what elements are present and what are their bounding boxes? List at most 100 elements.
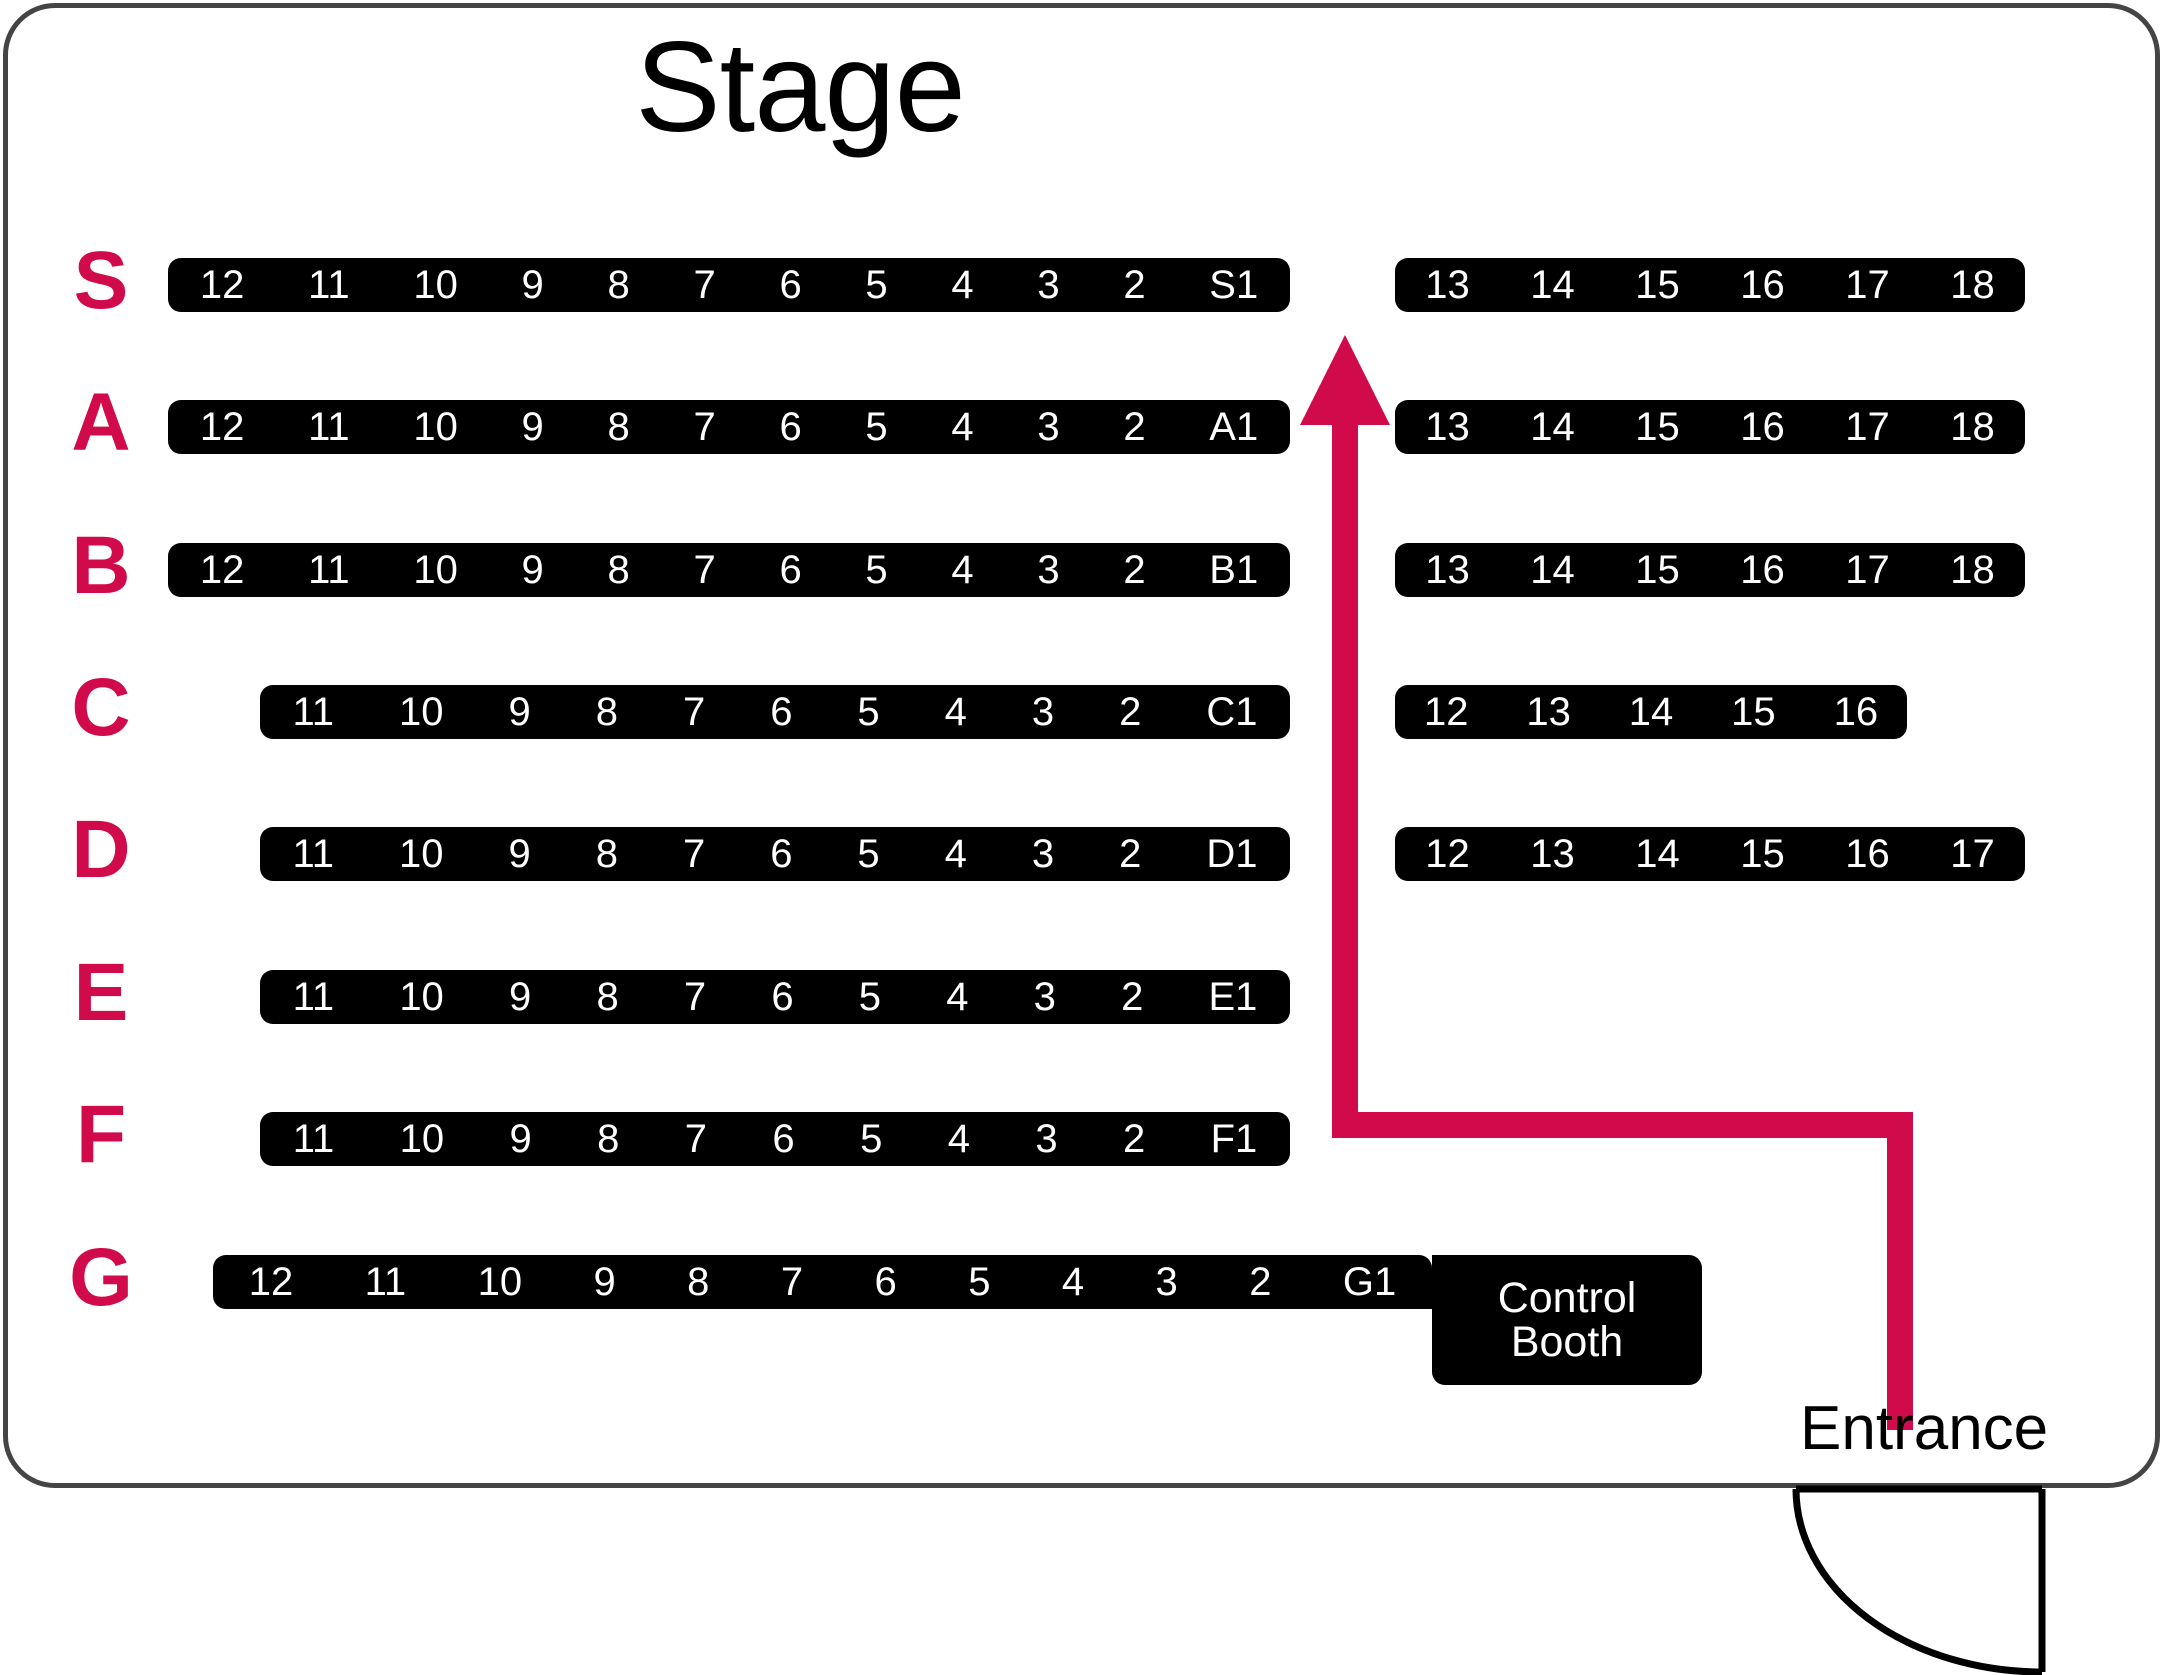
seat[interactable]: 15 <box>1605 265 1710 305</box>
seat[interactable]: 9 <box>476 834 563 874</box>
seat[interactable]: 9 <box>477 1119 565 1159</box>
seat[interactable]: A1 <box>1177 407 1290 447</box>
seat[interactable]: E1 <box>1176 977 1290 1017</box>
seat[interactable]: 18 <box>1920 407 2025 447</box>
seat[interactable]: 2 <box>1087 834 1174 874</box>
seat[interactable]: 10 <box>367 977 477 1017</box>
seat[interactable]: 5 <box>825 692 912 732</box>
seat[interactable]: 13 <box>1395 550 1500 590</box>
seat[interactable]: 14 <box>1500 265 1605 305</box>
seat[interactable]: 13 <box>1395 407 1500 447</box>
seat[interactable]: 2 <box>1091 265 1177 305</box>
seat[interactable]: 8 <box>576 550 662 590</box>
seat[interactable]: 7 <box>650 692 737 732</box>
seat[interactable]: F1 <box>1178 1119 1290 1159</box>
seat[interactable]: 6 <box>748 265 834 305</box>
seat[interactable]: 4 <box>920 407 1006 447</box>
seat-block-f-left[interactable]: 11 10 9 8 7 6 5 4 3 2 F1 <box>260 1112 1290 1166</box>
seat[interactable]: 14 <box>1500 550 1605 590</box>
seat[interactable]: 7 <box>662 265 748 305</box>
seat[interactable]: 13 <box>1497 692 1599 732</box>
seat[interactable]: 9 <box>558 1262 652 1302</box>
seat[interactable]: 17 <box>1815 407 1920 447</box>
seat[interactable]: 14 <box>1600 692 1702 732</box>
seat[interactable]: 17 <box>1920 834 2025 874</box>
seat[interactable]: 16 <box>1710 265 1815 305</box>
seat[interactable]: 2 <box>1090 1119 1178 1159</box>
seat[interactable]: 7 <box>652 1119 740 1159</box>
seat[interactable]: 11 <box>276 550 381 590</box>
seat[interactable]: 2 <box>1091 407 1177 447</box>
seat-block-c-left[interactable]: 11 10 9 8 7 6 5 4 3 2 C1 <box>260 685 1290 739</box>
seat[interactable]: D1 <box>1174 834 1290 874</box>
seat-block-c-right[interactable]: 12 13 14 15 16 <box>1395 685 1907 739</box>
seat[interactable]: 17 <box>1815 550 1920 590</box>
seat[interactable]: 9 <box>476 692 563 732</box>
seat[interactable]: 16 <box>1805 692 1907 732</box>
seat[interactable]: 4 <box>912 834 999 874</box>
seat[interactable]: 16 <box>1815 834 1920 874</box>
seat[interactable]: 6 <box>738 692 825 732</box>
seat[interactable]: 8 <box>564 1119 652 1159</box>
seat[interactable]: B1 <box>1177 550 1290 590</box>
seat[interactable]: 15 <box>1702 692 1804 732</box>
seat[interactable]: S1 <box>1177 265 1290 305</box>
seat[interactable]: 16 <box>1710 550 1815 590</box>
seat[interactable]: 7 <box>662 407 748 447</box>
seat[interactable]: 12 <box>168 265 276 305</box>
seat[interactable]: 2 <box>1091 550 1177 590</box>
seat-block-b-left[interactable]: 12 11 10 9 8 7 6 5 4 3 2 B1 <box>168 543 1290 597</box>
seat[interactable]: 5 <box>834 265 920 305</box>
seat[interactable]: 12 <box>1395 834 1500 874</box>
seat-block-a-right[interactable]: 13 14 15 16 17 18 <box>1395 400 2025 454</box>
seat[interactable]: 11 <box>260 977 367 1017</box>
seat[interactable]: 5 <box>834 550 920 590</box>
seat-block-s-left[interactable]: 12 11 10 9 8 7 6 5 4 3 2 S1 <box>168 258 1290 312</box>
seat[interactable]: 3 <box>1006 265 1092 305</box>
seat[interactable]: 6 <box>739 977 826 1017</box>
seat[interactable]: 3 <box>1006 407 1092 447</box>
seat[interactable]: 7 <box>745 1262 839 1302</box>
seat[interactable]: 18 <box>1920 550 2025 590</box>
seat[interactable]: 14 <box>1500 407 1605 447</box>
seat-block-d-left[interactable]: 11 10 9 8 7 6 5 4 3 2 D1 <box>260 827 1290 881</box>
seat[interactable]: 4 <box>920 550 1006 590</box>
seat[interactable]: 12 <box>168 407 276 447</box>
seat[interactable]: 13 <box>1395 265 1500 305</box>
seat[interactable]: 4 <box>914 977 1001 1017</box>
seat[interactable]: 6 <box>740 1119 828 1159</box>
seat[interactable]: 18 <box>1920 265 2025 305</box>
seat[interactable]: 5 <box>825 834 912 874</box>
seat[interactable]: 3 <box>1003 1119 1091 1159</box>
seat[interactable]: 8 <box>651 1262 745 1302</box>
seat[interactable]: 13 <box>1500 834 1605 874</box>
seat[interactable]: 11 <box>276 265 381 305</box>
seat-block-g-left[interactable]: 12 11 10 9 8 7 6 5 4 3 2 G1 <box>213 1255 1432 1309</box>
seat[interactable]: G1 <box>1307 1262 1432 1302</box>
seat[interactable]: 12 <box>213 1262 329 1302</box>
seat[interactable]: 9 <box>476 977 563 1017</box>
seat[interactable]: 5 <box>932 1262 1026 1302</box>
seat[interactable]: 10 <box>381 407 489 447</box>
seat[interactable]: 8 <box>563 834 650 874</box>
seat[interactable]: 3 <box>1120 1262 1214 1302</box>
seat[interactable]: 15 <box>1605 550 1710 590</box>
seat[interactable]: 4 <box>912 692 999 732</box>
seat[interactable]: 6 <box>839 1262 933 1302</box>
seat[interactable]: 6 <box>738 834 825 874</box>
seat[interactable]: 6 <box>748 550 834 590</box>
seat[interactable]: 3 <box>999 834 1086 874</box>
seat-block-s-right[interactable]: 13 14 15 16 17 18 <box>1395 258 2025 312</box>
seat[interactable]: 5 <box>827 1119 915 1159</box>
seat[interactable]: 9 <box>490 265 576 305</box>
seat[interactable]: 15 <box>1605 407 1710 447</box>
seat-block-b-right[interactable]: 13 14 15 16 17 18 <box>1395 543 2025 597</box>
seat[interactable]: 11 <box>329 1262 442 1302</box>
seat[interactable]: 9 <box>490 550 576 590</box>
seat[interactable]: 12 <box>1395 692 1497 732</box>
seat[interactable]: 3 <box>999 692 1086 732</box>
seat[interactable]: 4 <box>1026 1262 1120 1302</box>
seat[interactable]: 10 <box>367 692 476 732</box>
seat[interactable]: 16 <box>1710 407 1815 447</box>
seat[interactable]: 11 <box>260 1119 367 1159</box>
